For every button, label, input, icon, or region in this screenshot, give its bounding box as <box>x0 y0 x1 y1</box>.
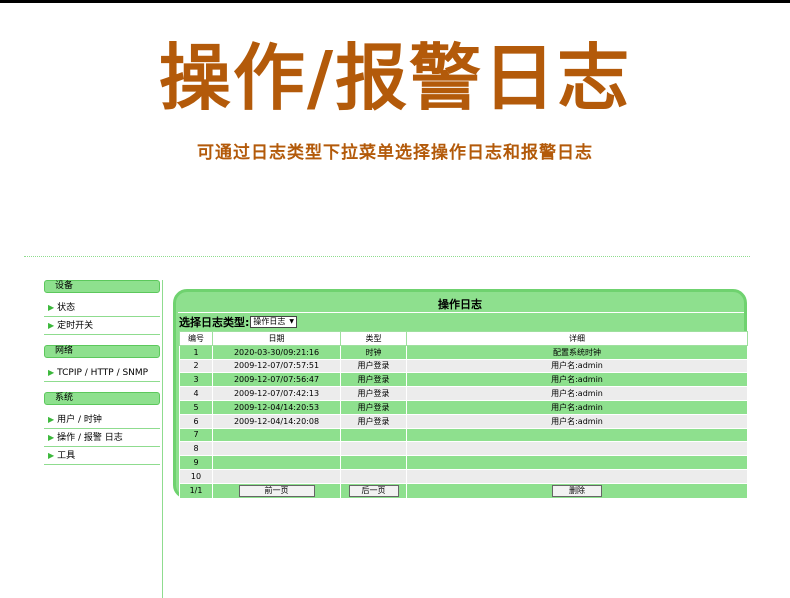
top-border <box>0 0 790 3</box>
cell-detail: 用户名:admin <box>406 399 748 415</box>
cell-date <box>212 427 341 443</box>
cell-detail: 用户名:admin <box>406 413 748 429</box>
sidebar: 设备 ▶ 状态 ▶ 定时开关 网络 ▶ TCPIP / HTTP / SNMP 系统 … <box>44 280 160 465</box>
table-row: 3 2009-12-07/07:56:47 用户登录 用户名:admin <box>179 372 748 388</box>
cell-id: 6 <box>179 413 213 429</box>
log-type-row: 选择日志类型: 操作日志 ▼ <box>179 314 298 330</box>
cell-type <box>340 441 407 457</box>
col-header-id: 编号 <box>179 331 213 346</box>
cell-date: 2009-12-07/07:57:51 <box>212 358 341 374</box>
table-header-row: 编号 日期 类型 详细 <box>179 331 748 346</box>
log-type-value: 操作日志 <box>253 317 286 326</box>
cell-date <box>212 455 341 470</box>
cell-detail: 用户名:admin <box>406 386 748 401</box>
cell-id: 4 <box>179 386 213 401</box>
triangle-right-icon: ▶ <box>48 415 55 424</box>
col-header-date: 日期 <box>212 331 341 346</box>
log-type-select[interactable]: 操作日志 ▼ <box>250 316 298 328</box>
table-footer-row: 1/1 前一页 后一页 删除 <box>179 482 748 499</box>
cell-type: 用户登录 <box>340 358 407 374</box>
table-row: 8 <box>179 441 748 457</box>
cell-detail: 用户名:admin <box>406 358 748 374</box>
next-page-button[interactable]: 后一页 <box>348 484 399 497</box>
sidebar-section-system: 系统 <box>44 392 160 405</box>
table-row: 1 2020-03-30/09:21:16 时钟 配置系统时钟 <box>179 344 748 360</box>
table-row: 6 2009-12-04/14:20:08 用户登录 用户名:admin <box>179 413 748 429</box>
col-header-type: 类型 <box>340 331 407 346</box>
log-table: 编号 日期 类型 详细 1 2020-03-30/09:21:16 时钟 配置系… <box>179 331 748 499</box>
cell-type: 用户登录 <box>340 399 407 415</box>
sidebar-item-label: 操作 / 报警 日志 <box>57 433 123 443</box>
cell-date: 2009-12-07/07:56:47 <box>212 372 341 388</box>
hero-title: 操作/报警日志 <box>158 36 632 120</box>
cell-type: 用户登录 <box>340 386 407 401</box>
cell-detail: 用户名:admin <box>406 372 748 388</box>
cell-date: 2009-12-04/14:20:08 <box>212 413 341 429</box>
sidebar-item-status[interactable]: ▶ 状态 <box>44 299 160 317</box>
col-header-detail: 详细 <box>406 331 748 346</box>
cell-detail: 配置系统时钟 <box>406 344 748 360</box>
cell-id: 9 <box>179 455 213 470</box>
sidebar-item-label: 定时开关 <box>57 321 94 331</box>
sidebar-item-logs[interactable]: ▶ 操作 / 报警 日志 <box>44 429 160 447</box>
sidebar-item-user-clock[interactable]: ▶ 用户 / 时钟 <box>44 411 160 429</box>
cell-id: 8 <box>179 441 213 457</box>
page-indicator: 1/1 <box>179 482 213 499</box>
sidebar-item-timer[interactable]: ▶ 定时开关 <box>44 317 160 335</box>
sidebar-item-label: 状态 <box>57 303 76 313</box>
cell-date <box>212 441 341 457</box>
table-row: 5 2009-12-04/14:20:53 用户登录 用户名:admin <box>179 399 748 415</box>
triangle-right-icon: ▶ <box>48 433 55 442</box>
cell-type: 时钟 <box>340 344 407 360</box>
log-type-label: 选择日志类型: <box>179 316 250 329</box>
delete-button[interactable]: 删除 <box>552 484 602 497</box>
cell-date: 2009-12-07/07:42:13 <box>212 386 341 401</box>
sidebar-divider <box>162 280 163 598</box>
table-row: 2 2009-12-07/07:57:51 用户登录 用户名:admin <box>179 358 748 374</box>
triangle-right-icon: ▶ <box>48 321 55 330</box>
cell-id: 7 <box>179 427 213 443</box>
cell-id: 3 <box>179 372 213 388</box>
cell-type <box>340 427 407 443</box>
table-row: 4 2009-12-07/07:42:13 用户登录 用户名:admin <box>179 386 748 401</box>
hero-subtitle: 可通过日志类型下拉菜单选择操作日志和报警日志 <box>197 143 593 163</box>
cell-date <box>212 468 341 484</box>
cell-id: 2 <box>179 358 213 374</box>
sidebar-item-label: 工具 <box>57 451 76 461</box>
cell-id: 1 <box>179 344 213 360</box>
cell-id: 5 <box>179 399 213 415</box>
cell-type: 用户登录 <box>340 372 407 388</box>
sidebar-item-tools[interactable]: ▶ 工具 <box>44 447 160 465</box>
table-row: 10 <box>179 468 748 484</box>
sidebar-section-network: 网络 <box>44 345 160 358</box>
panel-title: 操作日志 <box>438 298 482 311</box>
cell-type: 用户登录 <box>340 413 407 429</box>
sidebar-section-device: 设备 <box>44 280 160 293</box>
cell-type <box>340 468 407 484</box>
table-row: 9 <box>179 455 748 470</box>
cell-date: 2009-12-04/14:20:53 <box>212 399 341 415</box>
triangle-right-icon: ▶ <box>48 451 55 460</box>
triangle-right-icon: ▶ <box>48 303 55 312</box>
sidebar-item-label: 用户 / 时钟 <box>57 415 102 425</box>
cell-id: 10 <box>179 468 213 484</box>
table-row: 7 <box>179 427 748 443</box>
triangle-right-icon: ▶ <box>48 368 55 377</box>
dotted-divider <box>24 256 750 257</box>
dropdown-arrow-icon: ▼ <box>289 318 295 325</box>
sidebar-item-tcpip[interactable]: ▶ TCPIP / HTTP / SNMP <box>44 364 160 382</box>
log-panel: 操作日志 选择日志类型: 操作日志 ▼ 编号 日期 类型 详细 1 2020-0… <box>173 289 748 499</box>
cell-detail <box>406 427 748 443</box>
sidebar-item-label: TCPIP / HTTP / SNMP <box>57 368 149 378</box>
cell-date: 2020-03-30/09:21:16 <box>212 344 341 360</box>
prev-page-button[interactable]: 前一页 <box>238 484 315 497</box>
cell-detail <box>406 441 748 457</box>
cell-detail <box>406 455 748 470</box>
cell-detail <box>406 468 748 484</box>
cell-type <box>340 455 407 470</box>
